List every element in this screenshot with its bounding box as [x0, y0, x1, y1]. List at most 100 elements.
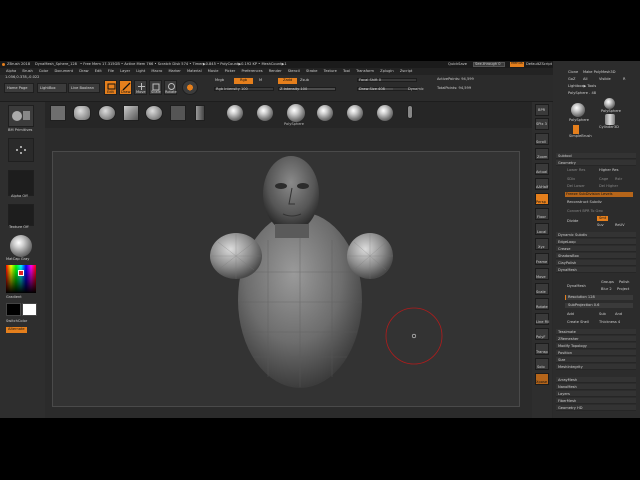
menu-edit[interactable]: Edit [95, 69, 102, 73]
scroll-button[interactable]: Scroll [535, 133, 549, 145]
spix-button[interactable]: SPix 3 [535, 118, 549, 130]
shelf-cube-icon[interactable] [50, 105, 66, 121]
xpose-button[interactable]: Xpose [535, 373, 549, 385]
dynamic-toggle[interactable]: Dynamic [408, 87, 424, 92]
divide-button[interactable]: Divide [567, 219, 578, 224]
main-color-swatch[interactable] [6, 303, 21, 316]
goz-button[interactable]: GoZ [568, 77, 575, 82]
shelf-cone-icon[interactable] [123, 105, 139, 121]
tool-thumb-polysphere[interactable] [571, 103, 585, 117]
convert-bpr-button[interactable]: Convert BPR To Geo [567, 209, 603, 214]
menu-transform[interactable]: Transform [356, 69, 374, 73]
reconstruct-subdiv-button[interactable]: Reconstruct Subdiv [567, 200, 602, 205]
position-header[interactable]: Position [556, 350, 636, 356]
zoom-button[interactable]: Zoom [535, 148, 549, 160]
dynamic-subdiv-header[interactable]: Dynamic Subdiv [556, 232, 636, 238]
shelf-disc-icon[interactable] [145, 105, 163, 121]
reuv-toggle[interactable]: ReUV [615, 223, 625, 228]
shelf-sphere-6-icon[interactable] [377, 105, 393, 121]
line-fill-button[interactable]: Line Fill [535, 313, 549, 325]
create-shell-button[interactable]: Create Shell [567, 320, 589, 325]
all-button[interactable]: All [583, 77, 587, 82]
fibermesh-header[interactable]: FiberMesh [556, 398, 636, 404]
del-higher-button[interactable]: Del Higher [599, 184, 618, 189]
shelf-ring-icon[interactable] [195, 105, 205, 121]
rgb-toggle[interactable]: Rgb [234, 78, 254, 84]
menu-tool[interactable]: Tool [343, 69, 350, 73]
edit-button[interactable]: Edit [104, 80, 117, 95]
floor-button[interactable]: Floor [535, 208, 549, 220]
transp-button[interactable]: Transp [535, 343, 549, 355]
higher-res-button[interactable]: Higher Res [599, 168, 619, 173]
aahalf-button[interactable]: AAHalf [535, 178, 549, 190]
menu-zplugin[interactable]: Zplugin [380, 69, 394, 73]
sdiv-slider[interactable]: SDiv [567, 177, 575, 182]
focal-shift-slider[interactable]: Focal Shift 0 [357, 78, 417, 82]
visible-button[interactable]: Visible [599, 77, 611, 82]
shelf-polysphere-icon[interactable] [287, 104, 305, 122]
size-header[interactable]: Size [556, 357, 636, 363]
polish-toggle[interactable]: Polish [619, 280, 629, 285]
menu-render[interactable]: Render [269, 69, 282, 73]
live-boolean-button[interactable]: Live Boolean [68, 83, 100, 93]
material-thumb[interactable] [10, 235, 32, 257]
mrgb-toggle[interactable]: Mrgb [215, 78, 224, 83]
menu-movie[interactable]: Movie [208, 69, 219, 73]
persp-button[interactable]: Persp [535, 193, 549, 205]
menu-brush[interactable]: Brush [22, 69, 32, 73]
shelf-sphere-4-icon[interactable] [317, 105, 333, 121]
suv-toggle[interactable]: Suv [597, 223, 604, 228]
lightbox-tools-button[interactable]: Lightbox▶ Tools [568, 84, 596, 89]
texture-thumb[interactable] [8, 204, 34, 226]
and-button[interactable]: And [615, 312, 622, 317]
add-button[interactable]: Add [567, 312, 574, 317]
nanomesh-header[interactable]: NanoMesh [556, 384, 636, 390]
smt-toggle[interactable]: Smt [597, 216, 609, 221]
brush-thumb[interactable] [8, 105, 34, 127]
menu-preferences[interactable]: Preferences [241, 69, 262, 73]
move-button[interactable]: Move [134, 80, 147, 95]
menu-color[interactable]: Color [39, 69, 48, 73]
menu-layer[interactable]: Layer [120, 69, 130, 73]
home-page-button[interactable]: Home Page [4, 83, 34, 93]
rotate-button[interactable]: Rotate [164, 80, 177, 95]
subprojection-slider[interactable]: SubProjection 0.6 [565, 303, 633, 308]
shelf-sphere-3-icon[interactable] [257, 105, 273, 121]
shelf-plane-icon[interactable] [170, 105, 186, 121]
menu-alpha[interactable]: Alpha [6, 69, 16, 73]
claypolish-header[interactable]: ClayPolish [556, 260, 636, 266]
blur-slider[interactable]: Blur 2 [601, 287, 612, 292]
shelf-capsule-icon[interactable] [407, 105, 413, 119]
menu-marker[interactable]: Marker [168, 69, 180, 73]
rgb-intensity-slider[interactable]: Rgb Intensity 100 [214, 87, 274, 91]
zremesher-header[interactable]: ZRemesher [556, 336, 636, 342]
geometry-hd-header[interactable]: Geometry HD [556, 405, 636, 411]
menu-zscript[interactable]: Zscript [400, 69, 412, 73]
material-sphere-button[interactable] [182, 80, 198, 95]
quicksave-button[interactable]: QuickSave [448, 62, 467, 67]
shadowbox-header[interactable]: ShadowBox [556, 253, 636, 259]
del-lower-button[interactable]: Del Lower [567, 184, 585, 189]
frame-button[interactable]: Frame [535, 253, 549, 265]
secondary-color-swatch[interactable] [22, 303, 37, 316]
menu-stroke[interactable]: Stroke [306, 69, 317, 73]
freeze-subdiv-button[interactable]: Freeze SubDivision Levels [565, 192, 633, 197]
shelf-sphere-icon[interactable] [98, 105, 116, 121]
shelf-sphere-5-icon[interactable] [347, 105, 363, 121]
xyz-button[interactable]: Xyz [535, 238, 549, 250]
layers-header[interactable]: Layers [556, 391, 636, 397]
cage-button[interactable]: Cage [599, 177, 608, 182]
edgeloop-header[interactable]: EdgeLoop [556, 239, 636, 245]
modify-topology-header[interactable]: Modify Topology [556, 343, 636, 349]
shelf-sphere-2-icon[interactable] [227, 105, 243, 121]
tool-thumb-polysphere-2[interactable] [604, 98, 615, 109]
menu-macro[interactable]: Macro [151, 69, 162, 73]
alternate-button[interactable]: Alternate [6, 327, 27, 333]
resolution-slider[interactable]: Resolution 128 [565, 295, 633, 300]
make-polymesh-button[interactable]: Make PolyMesh3D [583, 70, 616, 75]
z-intensity-slider[interactable]: Z Intensity 100 [278, 87, 336, 91]
tool-thumb-cylinder[interactable] [605, 114, 615, 125]
menu-draw[interactable]: Draw [79, 69, 88, 73]
meshintegrity-header[interactable]: MeshIntegrity [556, 364, 636, 370]
menu-stencil[interactable]: Stencil [288, 69, 300, 73]
